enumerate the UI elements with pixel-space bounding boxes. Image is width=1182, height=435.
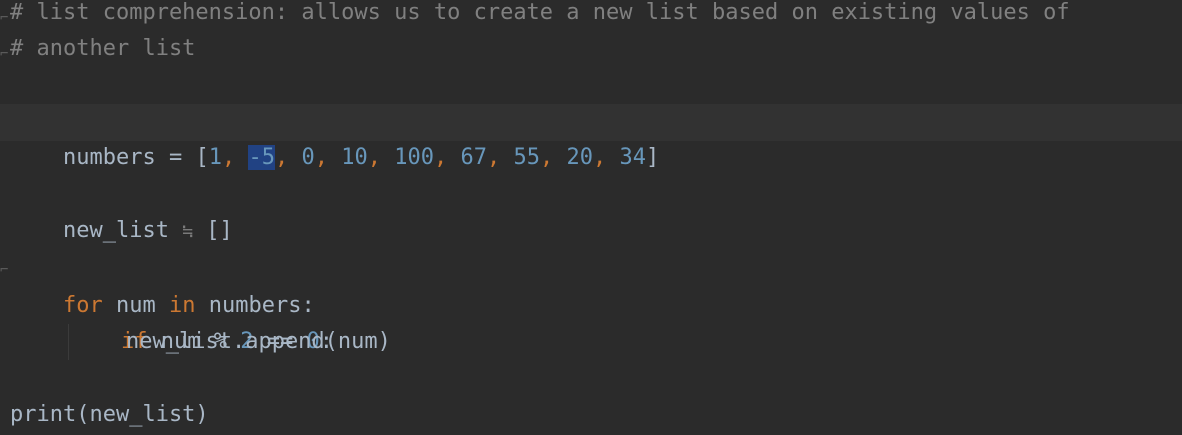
comma: , [274,145,302,170]
code-line-new-list-assignment[interactable]: new_list ≒ [] [10,177,233,243]
indent-guide [68,324,69,360]
comma: , [314,145,342,170]
list-value: 0 [301,145,315,170]
code-editor[interactable]: ⌐ ⌐ ⌐ # list comprehension: allows us to… [0,0,1182,435]
fold-marker-icon[interactable]: ⌐ [0,0,8,36]
list-open-bracket: [ [195,145,209,170]
list-value: 67 [460,145,487,170]
edit-marker-icon: ≒ [182,221,194,242]
code-line-append-call[interactable]: new_list.append(num) [126,324,391,360]
comma: , [592,145,620,170]
list-value: 20 [566,145,593,170]
empty-list: [] [206,218,233,243]
selected-list-value: -5 [248,145,275,170]
comma: , [539,145,567,170]
comma: , [486,145,514,170]
code-line-print-call[interactable]: print(new_list) [10,397,209,433]
list-close-bracket: ] [645,145,660,170]
list-value: 10 [341,145,368,170]
code-line-for-loop[interactable]: for num in numbers: [10,252,315,318]
assign-operator: = [155,145,196,170]
code-line-if-statement[interactable]: if num % 2 == 0: [68,288,333,354]
variable-new-list: new_list [62,218,169,243]
assign-operator-spacer [193,218,206,243]
fold-marker-icon[interactable]: ⌐ [0,36,8,72]
comma: , [367,145,395,170]
fold-marker-icon[interactable]: ⌐ [0,252,8,288]
code-line-comment-2[interactable]: # another list [10,31,195,67]
list-value: 100 [394,145,434,170]
code-line-numbers-assignment[interactable]: numbers = [1, -5, 0, 10, 100, 67, 55, 20… [10,104,659,170]
list-value: 1 [208,145,222,170]
comma: , [433,145,461,170]
code-line-comment-1[interactable]: # list comprehension: allows us to creat… [10,0,1070,31]
variable-numbers: numbers [62,145,156,170]
assign-operator-spacer [169,218,182,243]
list-value: 55 [513,145,540,170]
list-value: 34 [619,145,646,170]
comma: , [221,145,249,170]
